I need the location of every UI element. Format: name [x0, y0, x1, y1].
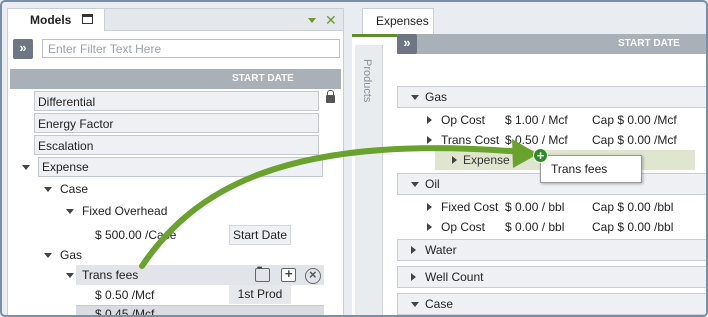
- expand-all-button[interactable]: »: [13, 39, 33, 59]
- more-options-icon[interactable]: [255, 265, 270, 282]
- tab-expenses-label: Expenses: [376, 14, 429, 28]
- drag-tooltip-text: Trans fees: [551, 162, 608, 176]
- tree-item-label: Fixed Overhead: [82, 204, 168, 218]
- close-icon[interactable]: ✕: [325, 12, 337, 29]
- tree-item-trans-fees[interactable]: Trans fees: [66, 265, 138, 285]
- fixed-overhead-start-date[interactable]: Start Date: [229, 225, 291, 245]
- delete-icon[interactable]: [305, 267, 321, 284]
- tree-item-differential[interactable]: Differential: [34, 91, 319, 111]
- tree-item-label: Gas: [60, 248, 83, 262]
- expenses-body: Products: [352, 34, 706, 315]
- expenses-panel: Expenses Products: [352, 8, 706, 315]
- products-side-tab[interactable]: Products: [355, 45, 383, 315]
- add-plus-icon: +: [533, 148, 548, 163]
- lock-icon[interactable]: [326, 90, 335, 103]
- start-date-text: Start Date: [232, 228, 288, 242]
- tree-item-label: Escalation: [38, 139, 94, 153]
- tree-item-escalation[interactable]: Escalation: [34, 135, 319, 155]
- collapse-arrow-icon[interactable]: [22, 165, 30, 171]
- tab-expenses[interactable]: Expenses: [362, 8, 434, 34]
- collapse-arrow-icon[interactable]: [44, 187, 52, 193]
- tree-item-label: Case: [60, 182, 89, 196]
- add-copy-icon[interactable]: [281, 266, 296, 282]
- collapse-arrow-icon[interactable]: [66, 209, 74, 215]
- tree-item-expense[interactable]: Expense: [22, 157, 332, 177]
- fixed-overhead-value: $ 500.00 /Case: [95, 225, 176, 245]
- tree-item-label: Energy Factor: [38, 117, 114, 131]
- start-date-text: 1st Prod: [237, 287, 283, 301]
- start-date-header-label: START DATE: [232, 73, 294, 84]
- collapse-arrow-icon[interactable]: [66, 273, 74, 279]
- tree-item-label: Expense: [38, 157, 323, 177]
- tree-item-energy-factor[interactable]: Energy Factor: [34, 113, 319, 133]
- tree-item-case[interactable]: Case: [44, 179, 88, 199]
- trans-fees-value-2: $ 0.45 /Mcf: [95, 304, 155, 317]
- value-text: $ 0.50 /Mcf: [95, 288, 155, 302]
- models-toolbar: »: [8, 37, 345, 61]
- value-text: $ 0.45 /Mcf: [95, 307, 155, 317]
- tree-item-label: Differential: [38, 95, 96, 109]
- trans-fees-start-date[interactable]: 1st Prod: [229, 285, 291, 304]
- collapse-arrow-icon[interactable]: [44, 253, 52, 259]
- models-panel: Models ✕ » START DATE Differential Energ…: [7, 8, 345, 317]
- filter-input[interactable]: [42, 39, 340, 58]
- tree-item-fixed-overhead[interactable]: Fixed Overhead: [66, 201, 167, 221]
- models-tabstrip: ✕: [105, 9, 343, 31]
- tab-models-label: Models: [30, 13, 72, 27]
- dropdown-triangle-icon[interactable]: [308, 18, 316, 23]
- window-frame: Models ✕ » START DATE Differential Energ…: [0, 0, 708, 317]
- trans-fees-value: $ 0.50 /Mcf: [95, 285, 154, 305]
- drag-tooltip: Trans fees: [540, 155, 642, 183]
- value-text: $ 500.00 /Case: [95, 228, 177, 242]
- tree-item-gas[interactable]: Gas: [44, 245, 82, 265]
- tree-item-label: Trans fees: [82, 268, 139, 282]
- tab-models[interactable]: Models: [8, 9, 105, 31]
- window-icon[interactable]: [82, 14, 93, 24]
- products-tab-label: Products: [361, 59, 373, 103]
- start-date-column-header[interactable]: START DATE: [10, 69, 341, 89]
